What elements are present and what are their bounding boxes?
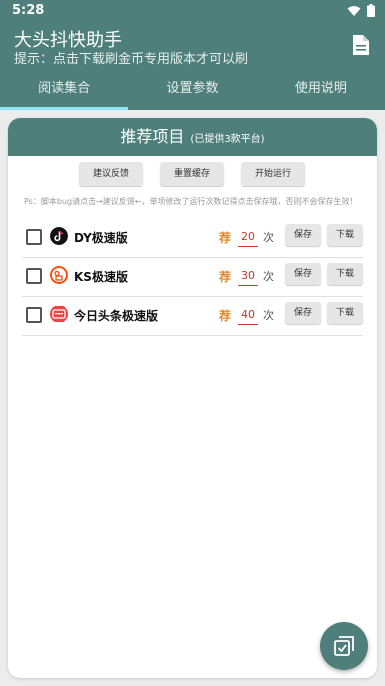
recommend-badge: 荐 bbox=[219, 231, 232, 245]
battery-icon bbox=[367, 4, 375, 17]
app-row: 今日头条极速版 荐 40 次 保存 下载 bbox=[22, 297, 363, 336]
tab-settings[interactable]: 设置参数 bbox=[128, 76, 256, 110]
tab-instructions[interactable]: 使用说明 bbox=[257, 76, 385, 110]
tiktok-icon bbox=[50, 227, 68, 245]
status-bar: 5:28 bbox=[0, 0, 385, 22]
toutiao-icon bbox=[50, 306, 68, 322]
status-time: 5:28 bbox=[12, 3, 45, 18]
action-buttons: 建议反馈 重置缓存 开始运行 bbox=[8, 162, 377, 188]
tab-reading-collection[interactable]: 阅读集合 bbox=[0, 76, 129, 110]
recommended-card: 推荐项目 (已提供3款平台) 建议反馈 重置缓存 开始运行 Ps：脚本bug请点击… bbox=[8, 118, 377, 678]
card-title: 推荐项目 bbox=[120, 127, 185, 146]
app-checkbox[interactable] bbox=[26, 268, 42, 284]
document-icon[interactable] bbox=[351, 34, 371, 56]
app-row: DY极速版 荐 20 次 保存 下载 bbox=[22, 219, 363, 258]
run-count-input[interactable]: 20 bbox=[238, 227, 258, 247]
download-button[interactable]: 下载 bbox=[327, 302, 363, 324]
app-name: DY极速版 bbox=[74, 231, 128, 245]
run-count-input[interactable]: 30 bbox=[238, 266, 258, 286]
hint-text: Ps：脚本bug请点击→建议反馈←，单项修改了运行次数记得点击保存哦，否则不会保… bbox=[24, 197, 358, 206]
app-checkbox[interactable] bbox=[26, 307, 42, 323]
floating-action-button[interactable] bbox=[320, 622, 368, 670]
save-button[interactable]: 保存 bbox=[285, 224, 321, 246]
count-unit: 次 bbox=[263, 270, 274, 283]
app-bar: 5:28 大头抖快助手 提示：点击下载刷金币专用版本才可以刷 阅读集合 设置参数… bbox=[0, 0, 385, 110]
start-button[interactable]: 开始运行 bbox=[241, 162, 305, 186]
card-header: 推荐项目 (已提供3款平台) bbox=[8, 118, 377, 156]
card-subtitle: (已提供3款平台) bbox=[190, 134, 265, 145]
wifi-icon bbox=[347, 5, 361, 16]
recommend-badge: 荐 bbox=[219, 270, 232, 284]
app-checkbox[interactable] bbox=[26, 229, 42, 245]
recommend-badge: 荐 bbox=[219, 309, 232, 323]
save-button[interactable]: 保存 bbox=[285, 302, 321, 324]
count-unit: 次 bbox=[263, 309, 274, 322]
feedback-button[interactable]: 建议反馈 bbox=[79, 162, 143, 186]
count-unit: 次 bbox=[263, 231, 274, 244]
download-button[interactable]: 下载 bbox=[327, 224, 363, 246]
run-count-input[interactable]: 40 bbox=[238, 305, 258, 325]
app-name: KS极速版 bbox=[74, 270, 128, 284]
download-button[interactable]: 下载 bbox=[327, 263, 363, 285]
reset-cache-button[interactable]: 重置缓存 bbox=[160, 162, 224, 186]
app-name: 今日头条极速版 bbox=[74, 309, 159, 323]
kuaishou-icon bbox=[50, 266, 68, 284]
check-list-icon bbox=[334, 636, 354, 656]
app-row: KS极速版 荐 30 次 保存 下载 bbox=[22, 258, 363, 297]
app-subtitle: 提示：点击下载刷金币专用版本才可以刷 bbox=[14, 52, 249, 67]
tab-bar: 阅读集合 设置参数 使用说明 bbox=[0, 76, 385, 110]
save-button[interactable]: 保存 bbox=[285, 263, 321, 285]
